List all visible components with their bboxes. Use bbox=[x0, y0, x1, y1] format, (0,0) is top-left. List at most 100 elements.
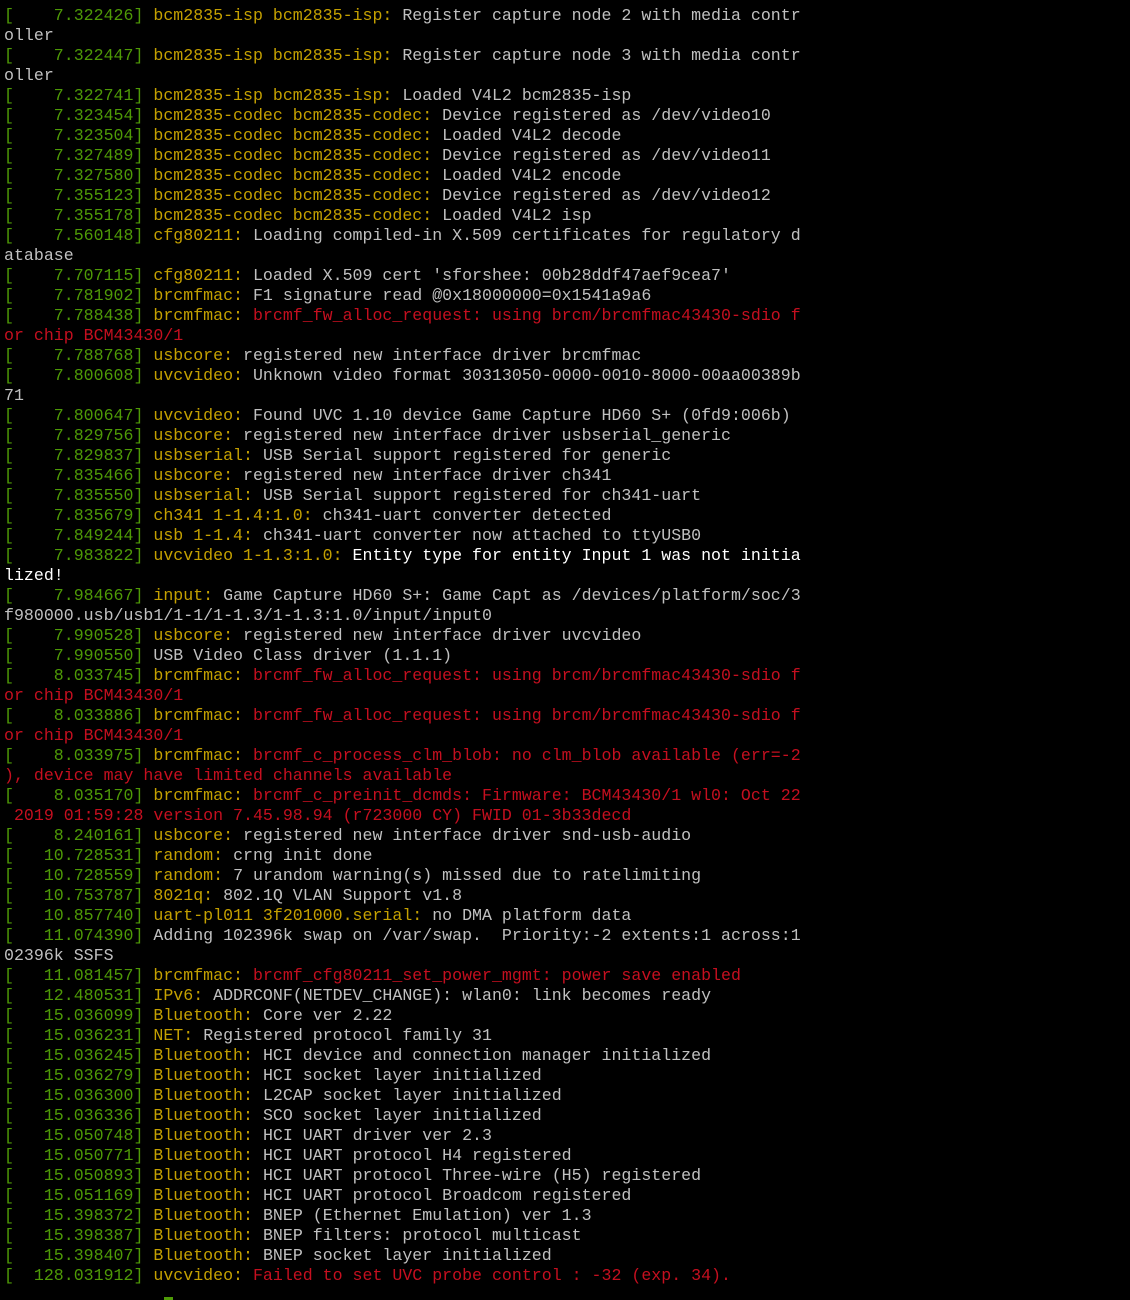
log-line: [ 15.036336] Bluetooth: SCO socket layer… bbox=[4, 1106, 1130, 1126]
log-module: usbserial: bbox=[153, 446, 253, 465]
log-line: [ 7.800608] uvcvideo: Unknown video form… bbox=[4, 366, 1130, 386]
log-line: [ 7.990528] usbcore: registered new inte… bbox=[4, 626, 1130, 646]
log-continuation: atabase bbox=[4, 246, 74, 265]
log-message: registered new interface driver uvcvideo bbox=[233, 626, 642, 645]
log-module: brcmfmac: bbox=[153, 966, 244, 985]
log-message: brcmf_c_process_clm_blob: no clm_blob av… bbox=[243, 746, 801, 765]
log-message: brcmf_fw_alloc_request: using brcm/brcmf… bbox=[243, 706, 801, 725]
log-timestamp: [ 7.781902] bbox=[4, 286, 144, 305]
log-line: oller bbox=[4, 66, 1130, 86]
log-continuation: oller bbox=[4, 0, 54, 5]
log-timestamp: [ 15.051169] bbox=[4, 1186, 144, 1205]
log-module: usbserial: bbox=[153, 486, 253, 505]
log-module: brcmfmac: bbox=[153, 286, 244, 305]
log-line: lized! bbox=[4, 566, 1130, 586]
log-timestamp: [ 7.990528] bbox=[4, 626, 144, 645]
log-line: [ 7.990550] USB Video Class driver (1.1.… bbox=[4, 646, 1130, 666]
log-timestamp: [ 12.480531] bbox=[4, 986, 144, 1005]
log-line: [ 15.050893] Bluetooth: HCI UART protoco… bbox=[4, 1166, 1130, 1186]
log-line: [ 7.983822] uvcvideo 1-1.3:1.0: Entity t… bbox=[4, 546, 1130, 566]
log-timestamp: [ 7.800608] bbox=[4, 366, 144, 385]
log-continuation: ), device may have limited channels avai… bbox=[4, 766, 453, 785]
log-message: registered new interface driver usbseria… bbox=[233, 426, 731, 445]
log-message: Loaded V4L2 isp bbox=[432, 206, 592, 225]
log-message: L2CAP socket layer initialized bbox=[252, 1086, 562, 1105]
log-timestamp: [ 7.835550] bbox=[4, 486, 144, 505]
log-timestamp: [ 7.560148] bbox=[4, 226, 144, 245]
log-timestamp: [ 128.031912] bbox=[4, 1266, 144, 1285]
log-module: uvcvideo: bbox=[153, 1266, 244, 1285]
log-timestamp: [ 11.081457] bbox=[4, 966, 144, 985]
log-timestamp: [ 7.788438] bbox=[4, 306, 144, 325]
log-message: registered new interface driver snd-usb-… bbox=[233, 826, 692, 845]
log-message: Core ver 2.22 bbox=[252, 1006, 393, 1025]
log-module: bcm2835-codec bcm2835-codec: bbox=[153, 146, 433, 165]
log-timestamp: [ 7.984667] bbox=[4, 586, 144, 605]
log-line: or chip BCM43430/1 bbox=[4, 326, 1130, 346]
log-message: HCI UART protocol Three-wire (H5) regist… bbox=[252, 1166, 702, 1185]
terminal-output[interactable]: oller[ 7.322426] bcm2835-isp bcm2835-isp… bbox=[4, 0, 1130, 1286]
log-module: bcm2835-codec bcm2835-codec: bbox=[153, 186, 433, 205]
log-continuation: f980000.usb/usb1/1-1/1-1.3/1-1.3:1.0/inp… bbox=[4, 606, 492, 625]
log-timestamp: [ 7.983822] bbox=[4, 546, 144, 565]
log-module: Bluetooth: bbox=[153, 1126, 253, 1145]
log-timestamp: [ 10.857740] bbox=[4, 906, 144, 925]
log-line: [ 10.857740] uart-pl011 3f201000.serial:… bbox=[4, 906, 1130, 926]
log-line: [ 15.050771] Bluetooth: HCI UART protoco… bbox=[4, 1146, 1130, 1166]
log-timestamp: [ 7.990550] bbox=[4, 646, 144, 665]
log-line: [ 15.036300] Bluetooth: L2CAP socket lay… bbox=[4, 1086, 1130, 1106]
log-line: [ 7.560148] cfg80211: Loading compiled-i… bbox=[4, 226, 1130, 246]
log-timestamp: [ 10.728531] bbox=[4, 846, 144, 865]
log-module: uart-pl011 3f201000.serial: bbox=[153, 906, 423, 925]
log-line: [ 15.036099] Bluetooth: Core ver 2.22 bbox=[4, 1006, 1130, 1026]
log-message: SCO socket layer initialized bbox=[252, 1106, 542, 1125]
log-module: uvcvideo: bbox=[153, 366, 244, 385]
log-message: HCI UART protocol H4 registered bbox=[252, 1146, 572, 1165]
log-module: Bluetooth: bbox=[153, 1166, 253, 1185]
log-line: [ 15.398387] Bluetooth: BNEP filters: pr… bbox=[4, 1226, 1130, 1246]
log-continuation: lized! bbox=[4, 566, 64, 585]
log-module: Bluetooth: bbox=[153, 1246, 253, 1265]
log-continuation: oller bbox=[4, 66, 54, 85]
log-timestamp: [ 8.033886] bbox=[4, 706, 144, 725]
log-message: no DMA platform data bbox=[422, 906, 632, 925]
log-message: ADDRCONF(NETDEV_CHANGE): wlan0: link bec… bbox=[203, 986, 712, 1005]
log-module: IPv6: bbox=[153, 986, 204, 1005]
log-message: USB Serial support registered for ch341-… bbox=[252, 486, 702, 505]
log-line: [ 8.033975] brcmfmac: brcmf_c_process_cl… bbox=[4, 746, 1130, 766]
log-line: [ 7.788768] usbcore: registered new inte… bbox=[4, 346, 1130, 366]
log-timestamp: [ 7.849244] bbox=[4, 526, 144, 545]
log-message: BNEP socket layer initialized bbox=[252, 1246, 552, 1265]
log-line: [ 8.033745] brcmfmac: brcmf_fw_alloc_req… bbox=[4, 666, 1130, 686]
log-module: random: bbox=[153, 846, 224, 865]
log-message: 802.1Q VLAN Support v1.8 bbox=[213, 886, 463, 905]
log-module: usbcore: bbox=[153, 346, 234, 365]
log-module: usbcore: bbox=[153, 626, 234, 645]
log-timestamp: [ 15.050893] bbox=[4, 1166, 144, 1185]
log-message: BNEP (Ethernet Emulation) ver 1.3 bbox=[252, 1206, 592, 1225]
log-message: Loaded V4L2 encode bbox=[432, 166, 622, 185]
log-line: [ 8.035170] brcmfmac: brcmf_c_preinit_dc… bbox=[4, 786, 1130, 806]
log-line: [ 12.480531] IPv6: ADDRCONF(NETDEV_CHANG… bbox=[4, 986, 1130, 1006]
log-message: registered new interface driver brcmfmac bbox=[233, 346, 642, 365]
log-line: [ 7.788438] brcmfmac: brcmf_fw_alloc_req… bbox=[4, 306, 1130, 326]
log-message: brcmf_c_preinit_dcmds: Firmware: BCM4343… bbox=[243, 786, 801, 805]
log-timestamp: [ 15.398372] bbox=[4, 1206, 144, 1225]
log-module: Bluetooth: bbox=[153, 1106, 253, 1125]
log-module: 8021q: bbox=[153, 886, 214, 905]
log-line: [ 7.835679] ch341 1-1.4:1.0: ch341-uart … bbox=[4, 506, 1130, 526]
log-line: ), device may have limited channels avai… bbox=[4, 766, 1130, 786]
log-message: USB Video Class driver (1.1.1) bbox=[153, 646, 453, 665]
log-timestamp: [ 15.050771] bbox=[4, 1146, 144, 1165]
log-module: brcmfmac: bbox=[153, 746, 244, 765]
log-module: brcmfmac: bbox=[153, 306, 244, 325]
log-message: Register capture node 2 with media contr bbox=[392, 6, 801, 25]
log-line: [ 7.849244] usb 1-1.4: ch341-uart conver… bbox=[4, 526, 1130, 546]
log-line: [ 7.800647] uvcvideo: Found UVC 1.10 dev… bbox=[4, 406, 1130, 426]
log-timestamp: [ 7.323454] bbox=[4, 106, 144, 125]
log-line: [ 7.829756] usbcore: registered new inte… bbox=[4, 426, 1130, 446]
log-continuation: or chip BCM43430/1 bbox=[4, 686, 184, 705]
log-line: [ 7.327580] bcm2835-codec bcm2835-codec:… bbox=[4, 166, 1130, 186]
log-module: Bluetooth: bbox=[153, 1006, 253, 1025]
log-module: brcmfmac: bbox=[153, 786, 244, 805]
